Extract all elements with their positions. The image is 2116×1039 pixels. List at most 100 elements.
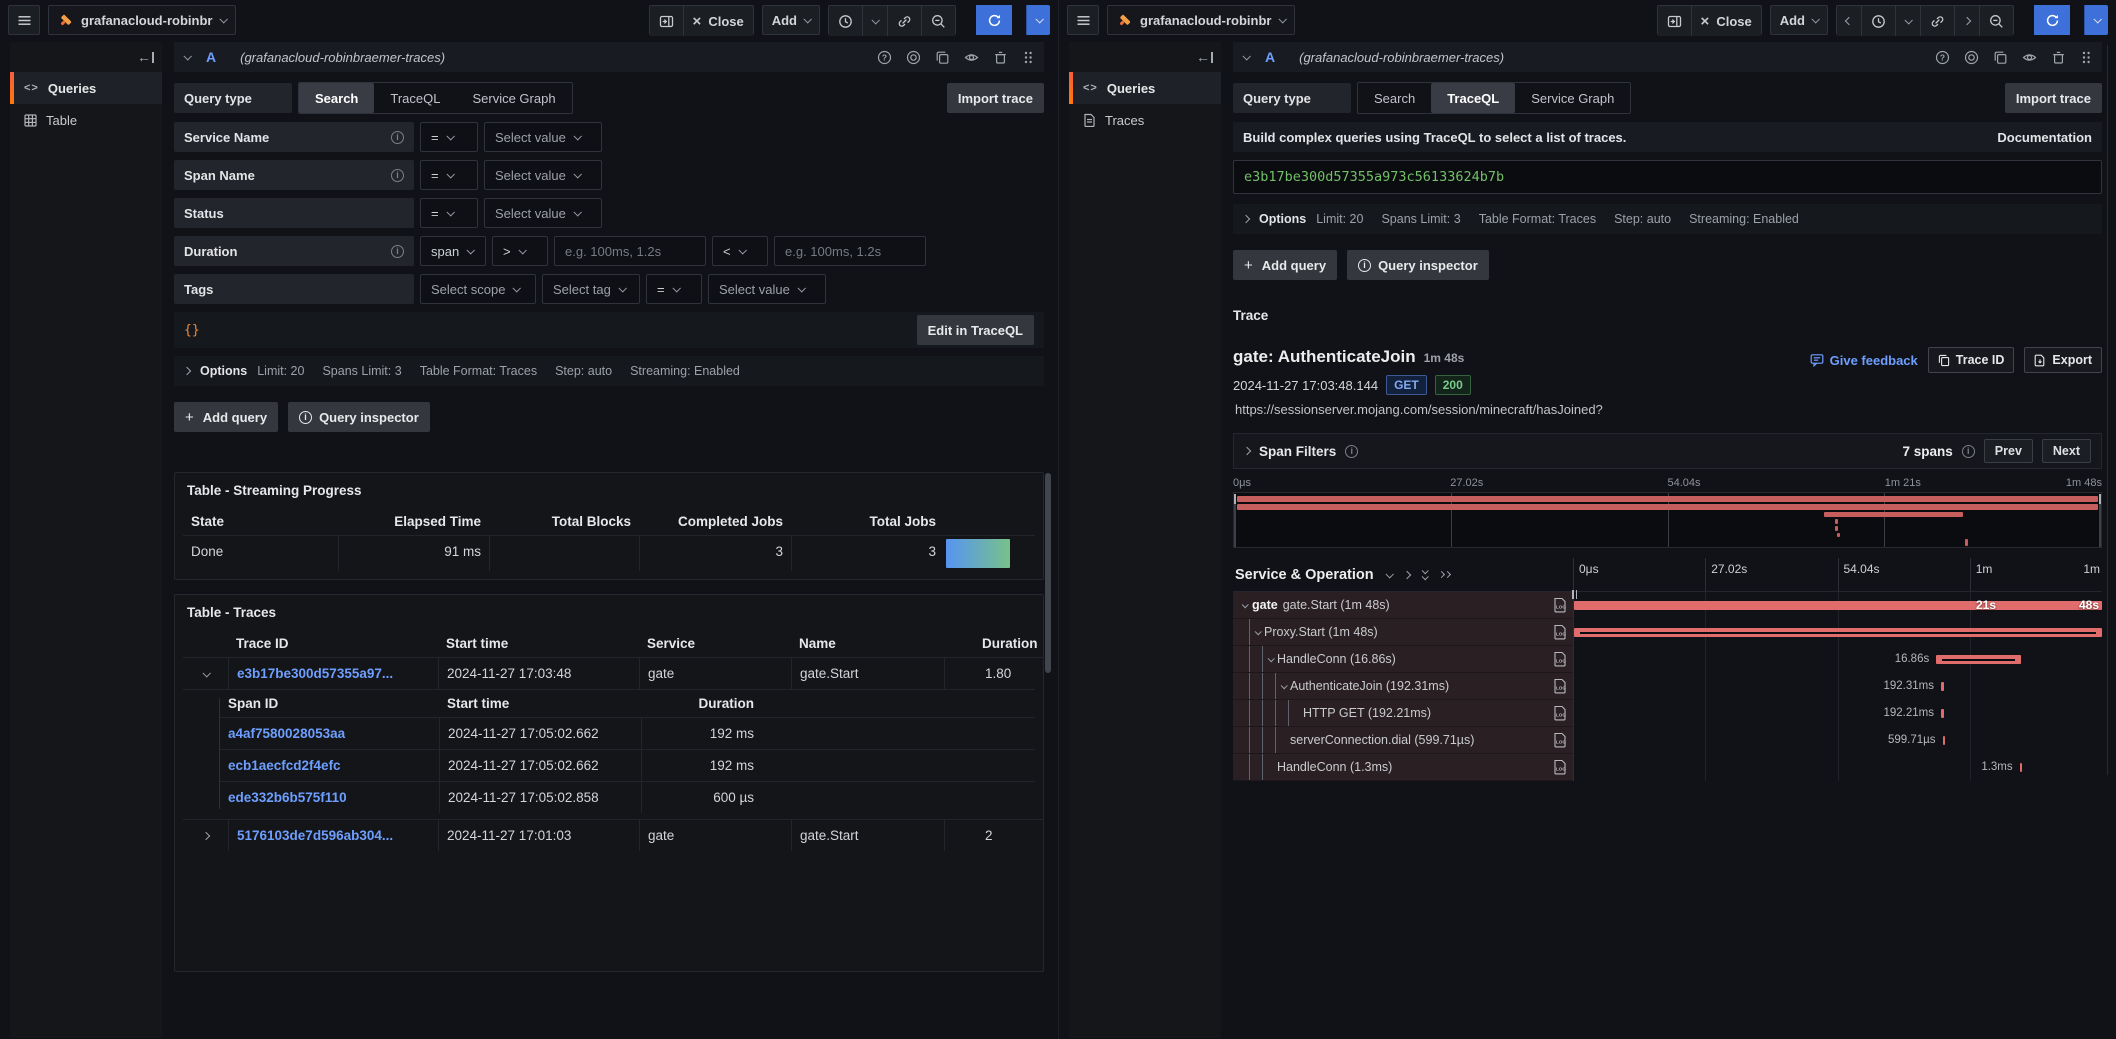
- collapse-outline-icon[interactable]: ←: [137, 49, 154, 65]
- minimap-canvas[interactable]: [1233, 492, 2102, 548]
- span-id-link[interactable]: a4af7580028053aa: [220, 717, 439, 749]
- logs-icon[interactable]: LOG: [1553, 759, 1567, 775]
- datasource-picker[interactable]: grafanacloud-robinbraemer: [1107, 5, 1295, 35]
- copy-query-icon[interactable]: [935, 50, 950, 65]
- span-duration-bar[interactable]: [2020, 763, 2023, 772]
- span-track[interactable]: 21s 48s: [1573, 592, 2102, 619]
- span-name-cell[interactable]: AuthenticateJoin (192.31ms) LOG: [1233, 673, 1573, 700]
- lt-operator-select[interactable]: <: [712, 236, 768, 266]
- column-header[interactable]: Service: [639, 630, 791, 657]
- column-header[interactable]: State: [183, 508, 338, 535]
- add-query-button[interactable]: +Add query: [174, 402, 278, 432]
- run-query-interval-dropdown[interactable]: [1026, 5, 1050, 35]
- column-header[interactable]: Trace ID: [228, 630, 438, 657]
- collapse-span-icon[interactable]: [1276, 684, 1290, 689]
- value-select[interactable]: Select value: [484, 122, 602, 152]
- chevron-right-icon[interactable]: [1402, 570, 1410, 578]
- span-duration-bar[interactable]: [1943, 736, 1946, 745]
- record-icon[interactable]: [906, 50, 921, 65]
- datasource-picker[interactable]: grafanacloud-robinbraemer: [48, 5, 236, 35]
- collapse-row-icon[interactable]: [183, 657, 228, 689]
- next-span-button[interactable]: Next: [2042, 439, 2091, 463]
- query-editor-header[interactable]: A (grafanacloud-robinbraemer-traces) ?: [174, 42, 1044, 72]
- remove-query-trash-icon[interactable]: [993, 50, 1008, 65]
- tab-service-graph[interactable]: Service Graph: [1515, 83, 1630, 113]
- trace-row[interactable]: e3b17be300d57355a97... 2024-11-27 17:03:…: [183, 657, 1044, 689]
- zoom-out-button[interactable]: [921, 6, 955, 36]
- info-icon[interactable]: i: [1345, 445, 1358, 458]
- column-header[interactable]: Name: [791, 630, 944, 657]
- collapse-query-icon[interactable]: [183, 52, 191, 60]
- column-header[interactable]: Start time: [438, 630, 639, 657]
- column-header[interactable]: Elapsed Time: [338, 508, 489, 535]
- span-name-cell[interactable]: gate gate.Start (1m 48s) LOG: [1233, 592, 1573, 619]
- collapse-query-icon[interactable]: [1242, 52, 1250, 60]
- span-id-link[interactable]: ecb1aecfcd2f4efc: [220, 749, 439, 781]
- drag-handle-icon[interactable]: [2080, 50, 2092, 65]
- span-row-handleconn-2[interactable]: HandleConn (1.3ms) LOG 1.3ms: [1233, 754, 2102, 781]
- logs-icon[interactable]: LOG: [1553, 651, 1567, 667]
- double-chevron-right-icon[interactable]: [1439, 572, 1450, 577]
- tab-traceql[interactable]: TraceQL: [374, 83, 456, 113]
- tag-operator-select[interactable]: =: [646, 274, 702, 304]
- column-header[interactable]: Total Blocks: [489, 508, 639, 535]
- sidebar-item-traces[interactable]: Traces: [1069, 104, 1221, 136]
- collapse-outline-icon[interactable]: ←: [1196, 49, 1213, 65]
- query-inspector-button[interactable]: iQuery inspector: [1347, 250, 1489, 280]
- run-query-interval-dropdown[interactable]: [2084, 5, 2108, 35]
- time-picker-button[interactable]: [1861, 6, 1895, 36]
- menu-toggle-button[interactable]: [8, 5, 40, 35]
- time-picker-button[interactable]: [829, 6, 862, 36]
- span-duration-bar[interactable]: [1941, 709, 1944, 718]
- time-picker-dropdown[interactable]: [862, 6, 887, 36]
- trace-row[interactable]: 5176103de7d596ab304... 2024-11-27 17:01:…: [183, 819, 1044, 851]
- menu-toggle-button[interactable]: [1067, 5, 1099, 35]
- open-in-split-button[interactable]: [1658, 6, 1691, 36]
- add-button[interactable]: Add: [762, 5, 820, 35]
- logs-icon[interactable]: LOG: [1553, 624, 1567, 640]
- tag-select[interactable]: Select tag: [542, 274, 640, 304]
- time-shift-back-button[interactable]: [1837, 6, 1861, 36]
- span-name-cell[interactable]: HandleConn (16.86s) LOG: [1233, 646, 1573, 673]
- logs-icon[interactable]: LOG: [1553, 732, 1567, 748]
- share-link-button[interactable]: [1920, 6, 1954, 36]
- chevron-right-icon[interactable]: [1243, 447, 1251, 455]
- options-row[interactable]: Options Limit: 20 Spans Limit: 3 Table F…: [174, 356, 1044, 386]
- operator-select[interactable]: =: [420, 160, 478, 190]
- tab-service-graph[interactable]: Service Graph: [456, 83, 571, 113]
- span-id-link[interactable]: ede332b6b575f110: [220, 781, 439, 813]
- span-name-cell[interactable]: Proxy.Start (1m 48s) LOG: [1233, 619, 1573, 646]
- run-query-button[interactable]: [976, 5, 1012, 35]
- traceql-code-editor[interactable]: e3b17be300d57355a973c56133624b7b: [1233, 160, 2102, 194]
- collapse-span-icon[interactable]: [1237, 603, 1251, 608]
- span-duration-bar[interactable]: [1941, 682, 1944, 691]
- duration-max-input[interactable]: [774, 236, 926, 266]
- expand-row-icon[interactable]: [183, 819, 228, 851]
- sidebar-item-queries[interactable]: <> Queries: [10, 72, 162, 104]
- add-button[interactable]: Add: [1770, 5, 1828, 35]
- hide-response-eye-icon[interactable]: [2022, 50, 2037, 65]
- span-track[interactable]: 1.3ms: [1573, 754, 2102, 781]
- options-row[interactable]: Options Limit: 20 Spans Limit: 3 Table F…: [1233, 204, 2102, 234]
- span-name-cell[interactable]: HTTP GET (192.21ms) LOG: [1233, 700, 1573, 727]
- info-icon[interactable]: i: [391, 169, 404, 182]
- column-header[interactable]: Duration: [944, 630, 1044, 657]
- span-duration-bar[interactable]: [1574, 628, 2102, 637]
- value-select[interactable]: Select value: [484, 160, 602, 190]
- help-icon[interactable]: ?: [1935, 50, 1950, 65]
- span-row[interactable]: ede332b6b575f110 2024-11-27 17:05:02.858…: [220, 781, 1035, 813]
- span-row-serverconnection-dial[interactable]: serverConnection.dial (599.71µs) LOG 599…: [1233, 727, 2102, 754]
- duration-scope-select[interactable]: span: [420, 236, 486, 266]
- operator-select[interactable]: =: [420, 198, 478, 228]
- span-track[interactable]: 192.31ms: [1573, 673, 2102, 700]
- span-filters-label[interactable]: Span Filters: [1259, 444, 1336, 459]
- span-track[interactable]: [1573, 619, 2102, 646]
- trace-id-link[interactable]: e3b17be300d57355a97...: [228, 657, 438, 689]
- tab-search[interactable]: Search: [1358, 83, 1431, 113]
- span-row-handleconn[interactable]: HandleConn (16.86s) LOG 16.86s: [1233, 646, 2102, 673]
- time-picker-dropdown[interactable]: [1895, 6, 1920, 36]
- query-inspector-button[interactable]: iQuery inspector: [288, 402, 430, 432]
- tab-search[interactable]: Search: [299, 83, 374, 113]
- span-row-gate-start[interactable]: gate gate.Start (1m 48s) LOG 21s 48s: [1233, 592, 2102, 619]
- column-header[interactable]: Total Jobs: [791, 508, 944, 535]
